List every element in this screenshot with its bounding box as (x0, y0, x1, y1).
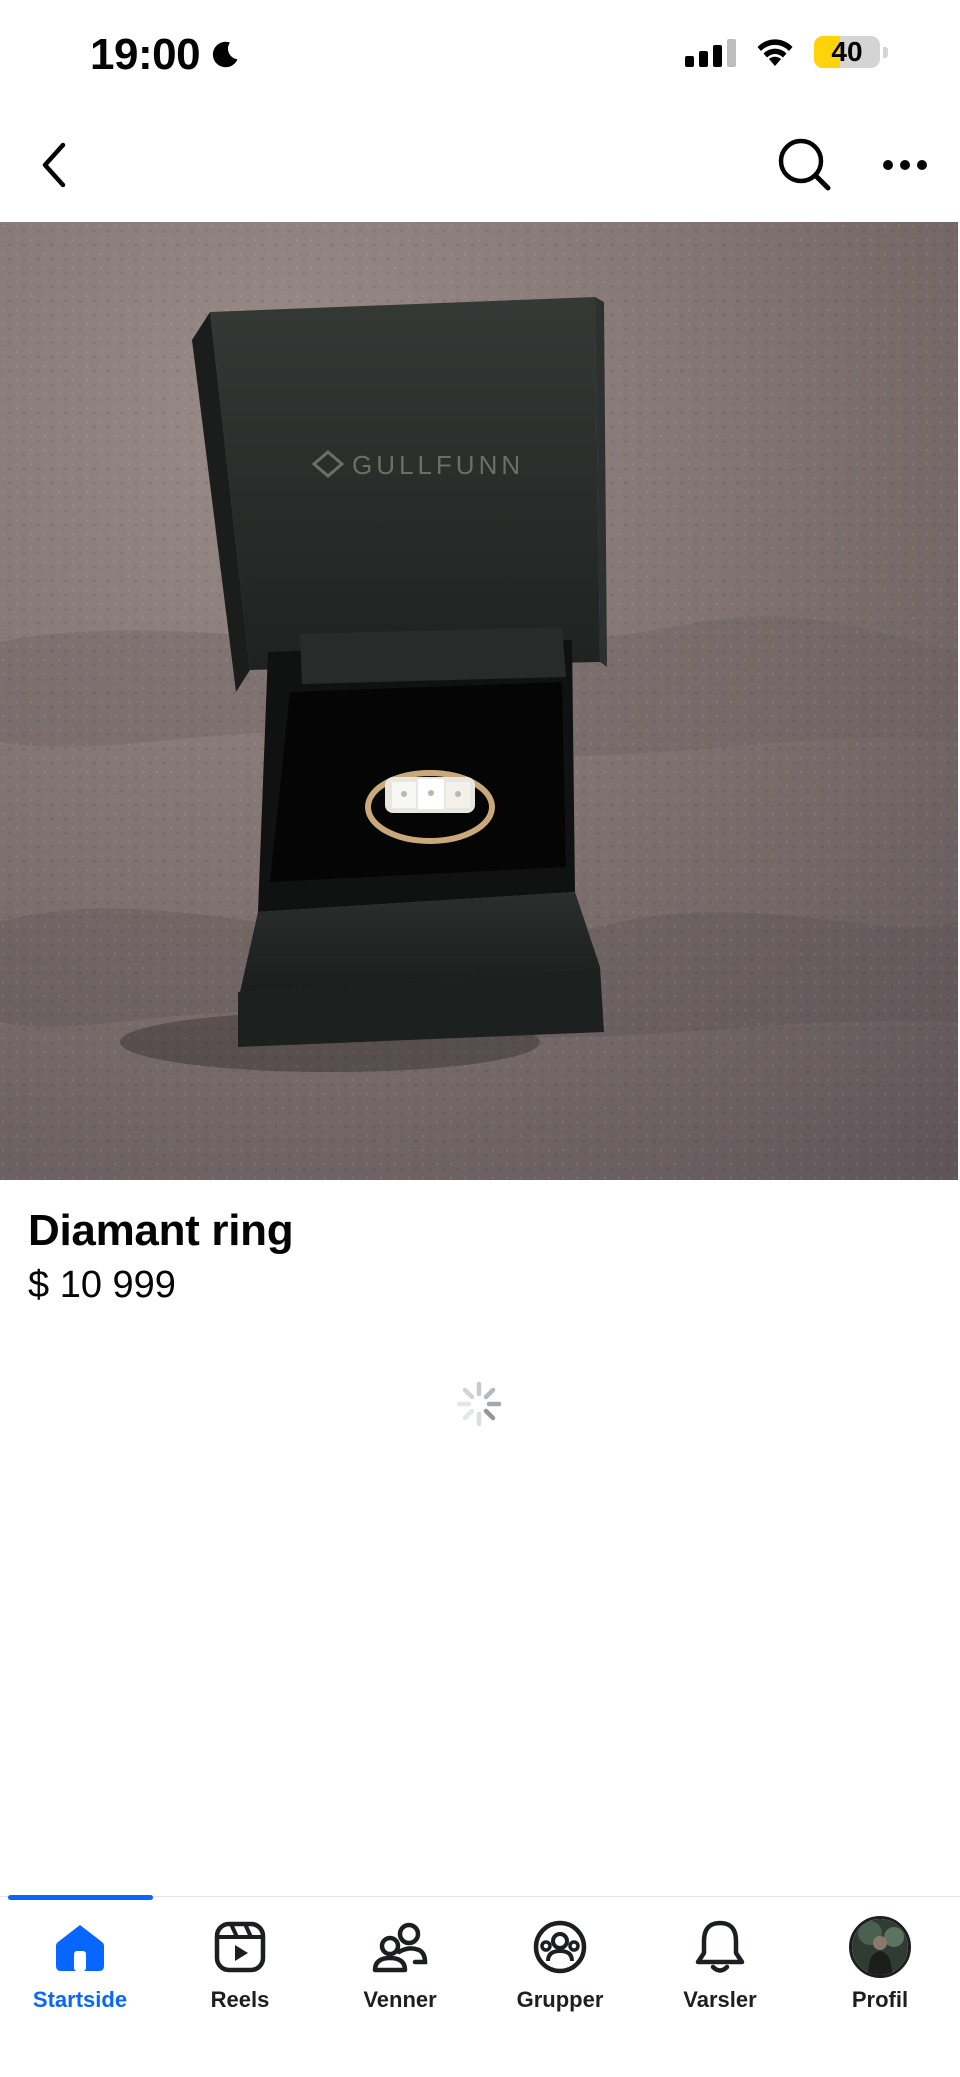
tab-label: Reels (210, 1987, 270, 2012)
wifi-icon (757, 39, 793, 66)
listing-title: Diamant ring (28, 1206, 294, 1255)
listing-price: $ 10 999 (28, 1264, 176, 1306)
groups-icon (528, 1915, 592, 1979)
friends-icon (368, 1915, 432, 1979)
home-icon (48, 1915, 112, 1979)
tab-startside[interactable]: Startside (0, 1915, 160, 2025)
tab-varsler[interactable]: Varsler (640, 1915, 800, 2025)
search-icon (778, 138, 831, 191)
tab-profil[interactable]: Profil (800, 1915, 960, 2025)
listing-photo[interactable]: GULLFUNN (0, 222, 958, 1180)
tab-label: Grupper (516, 1987, 604, 2012)
status-indicators: 40 (685, 36, 888, 68)
tab-label: Startside (32, 1987, 128, 2012)
search-button[interactable] (770, 130, 840, 200)
tab-label: Profil (851, 1987, 909, 2012)
bottom-tab-bar: Startside Reels Venner Grupper Varsler P… (0, 1895, 960, 2077)
more-options-icon (883, 160, 927, 170)
tab-venner[interactable]: Venner (320, 1915, 480, 2025)
tab-label: Venner (363, 1987, 437, 2012)
cellular-signal-icon (685, 37, 736, 67)
ring-box-photo: GULLFUNN (0, 222, 958, 1180)
battery-icon: 40 (814, 36, 880, 68)
back-button[interactable] (20, 130, 90, 200)
more-options-button[interactable] (870, 130, 940, 200)
status-time: 19:00 (90, 30, 201, 79)
status-bar: 19:00 40 (0, 0, 960, 112)
avatar (848, 1915, 912, 1979)
battery-tip (883, 46, 888, 58)
top-nav-bar (0, 112, 960, 222)
active-tab-indicator (8, 1895, 153, 1900)
back-chevron-icon (42, 142, 66, 188)
tab-reels[interactable]: Reels (160, 1915, 320, 2025)
loading-spinner-icon (456, 1381, 502, 1427)
marketplace-listing-page: 19:00 40 GULLFUNN Diamant ring $ 10 999 … (0, 0, 960, 2077)
box-brand-text: GULLFUNN (352, 450, 524, 480)
tab-label: Varsler (683, 1987, 757, 2012)
tab-grupper[interactable]: Grupper (480, 1915, 640, 2025)
moon-icon (212, 41, 238, 68)
battery-level: 40 (831, 36, 863, 67)
reels-icon (208, 1915, 272, 1979)
status-time-group: 19:00 (90, 30, 242, 80)
bell-icon (688, 1915, 752, 1979)
